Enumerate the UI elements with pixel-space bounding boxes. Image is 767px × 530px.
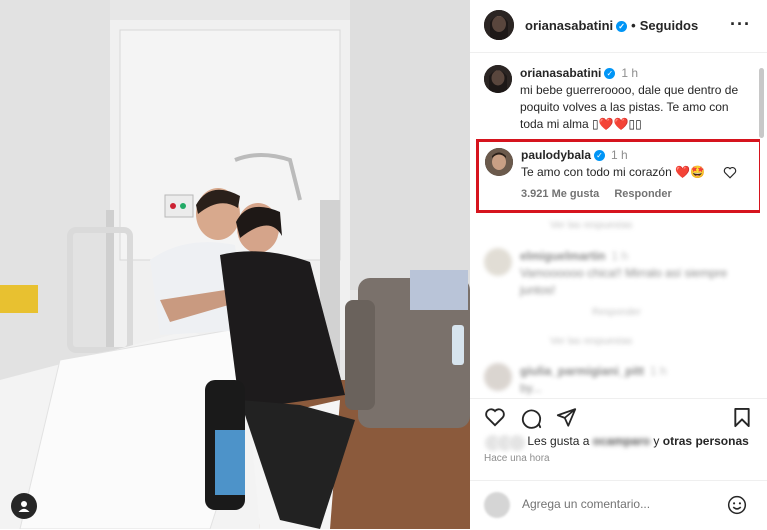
- author-avatar[interactable]: [484, 10, 514, 40]
- bookmark-icon[interactable]: [733, 407, 751, 428]
- post-side-panel: orianasabatini ✓ • Seguidos ··· orianasabat…: [470, 0, 767, 529]
- caption-avatar[interactable]: [484, 65, 512, 93]
- caption-time: 1 h: [621, 66, 639, 80]
- caption-header: orianasabatini ✓ 1 h: [520, 65, 750, 82]
- separator-dot: •: [631, 18, 636, 33]
- comments-scrollbar[interactable]: [759, 68, 764, 138]
- comment-likes-count[interactable]: 3.921 Me gusta: [521, 188, 599, 200]
- user-tag-button[interactable]: [11, 493, 37, 519]
- likes-conjunction: y: [650, 434, 663, 449]
- comment-username[interactable]: elmiguelmartin: [520, 249, 605, 263]
- author-username[interactable]: orianasabatini: [525, 18, 613, 33]
- post-timestamp[interactable]: Hace una hora: [484, 453, 550, 464]
- comments-list[interactable]: orianasabatini ✓ 1 h mi bebe guerreroooo, …: [470, 53, 760, 398]
- comment-meta: 3.921 Me gusta Responder: [521, 188, 731, 200]
- liker-username[interactable]: ocamparo: [593, 434, 650, 448]
- comment-time: 1 h: [611, 249, 629, 263]
- verified-badge-icon: ✓: [616, 21, 628, 32]
- heart-icon[interactable]: [484, 407, 506, 427]
- comment-avatar[interactable]: [484, 248, 512, 276]
- following-button[interactable]: Seguidos: [640, 18, 699, 33]
- emoji-icon[interactable]: [727, 495, 747, 515]
- comment-text: Te amo con todo mi corazón ❤️🤩: [521, 165, 705, 179]
- comment-username[interactable]: giulia_parmigiani_pitt: [520, 364, 644, 378]
- comment-username[interactable]: paulodybala: [521, 148, 591, 162]
- view-replies-link[interactable]: Ver las respuestas: [550, 336, 632, 347]
- verified-badge-icon: ✓: [594, 150, 606, 161]
- current-user-avatar: [484, 492, 510, 518]
- like-comment-heart-icon[interactable]: [723, 166, 737, 179]
- comment-text: Vamoooooo chica!! Mirralo así siempre ju…: [520, 266, 728, 297]
- add-comment-bar: [470, 480, 767, 530]
- comment-text: by...: [520, 381, 542, 395]
- comment-time: 1 h: [650, 364, 667, 378]
- likes-prefix: Les gusta a: [527, 434, 590, 449]
- comment-avatar[interactable]: [484, 363, 512, 391]
- view-replies-link[interactable]: Ver las respuestas: [550, 220, 632, 231]
- caption-text: mi bebe guerreroooo, dale que dentro de …: [520, 83, 739, 131]
- more-horizontal-icon[interactable]: ···: [730, 14, 751, 35]
- reply-button[interactable]: Responder: [592, 307, 641, 318]
- reply-button[interactable]: Responder: [614, 188, 671, 200]
- comment-input[interactable]: [522, 497, 712, 511]
- comment-header: paulodybala ✓ 1 h: [521, 147, 731, 164]
- verified-badge-icon: ✓: [604, 68, 616, 79]
- hospital-photo: [0, 0, 470, 529]
- caption-username[interactable]: orianasabatini: [520, 66, 601, 80]
- post-actions-bar: [470, 398, 767, 439]
- likes-summary: Les gusta a ocamparo y otras personas: [484, 434, 754, 452]
- comment-time: 1 h: [611, 148, 628, 162]
- highlighted-comment: paulodybala ✓ 1 h Te amo con todo mi coraz…: [476, 139, 760, 213]
- others-likes-link[interactable]: otras personas: [663, 434, 749, 448]
- comment-avatar[interactable]: [485, 148, 513, 176]
- likers-avatars[interactable]: [484, 434, 526, 452]
- post-author-line: orianasabatini ✓ • Seguidos: [525, 18, 698, 33]
- comment-icon[interactable]: [520, 407, 542, 429]
- post-header: orianasabatini ✓ • Seguidos ···: [470, 0, 767, 53]
- post-photo[interactable]: [0, 0, 470, 529]
- user-tag-icon: [18, 501, 30, 512]
- share-icon[interactable]: [556, 407, 577, 427]
